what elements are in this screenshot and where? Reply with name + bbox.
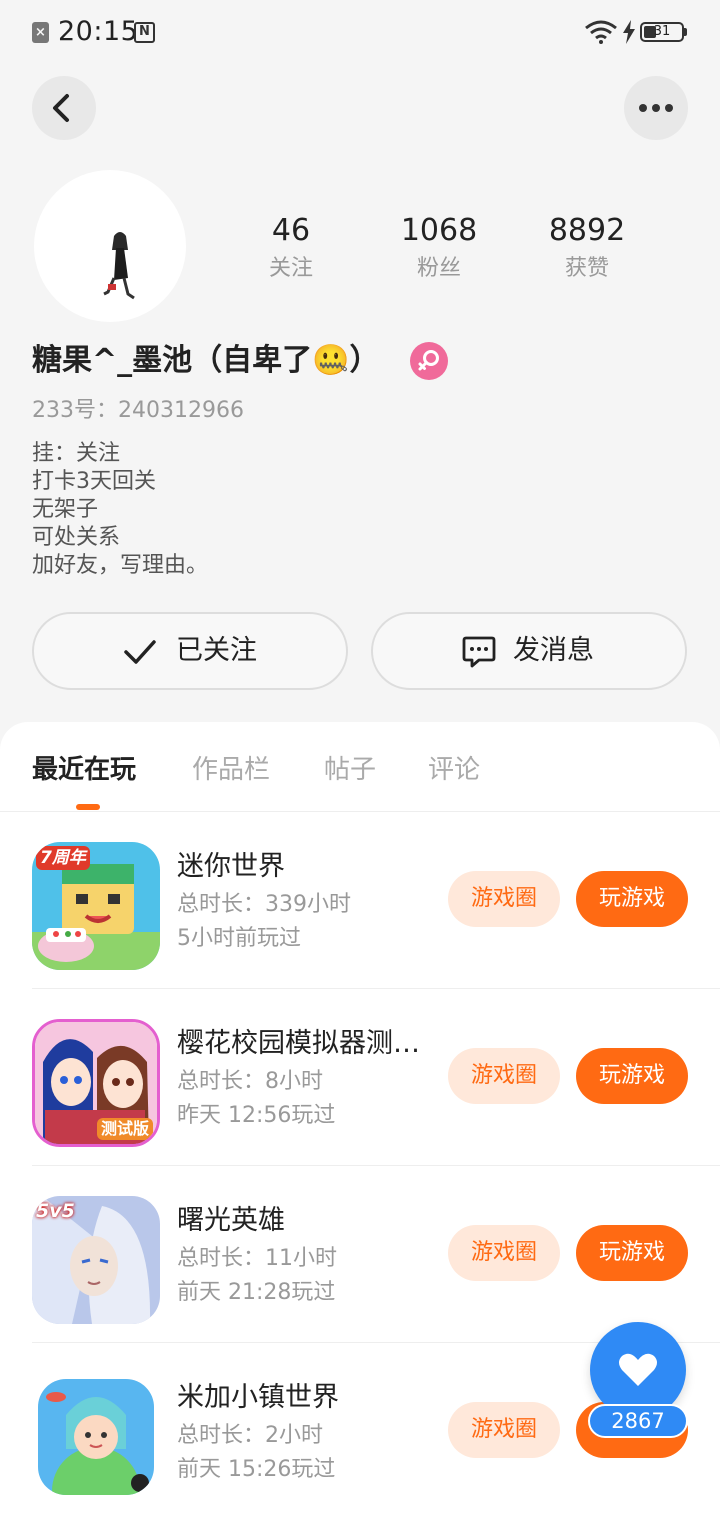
- send-message-label: 发消息: [513, 635, 594, 666]
- following-count: 46: [271, 213, 311, 248]
- fans-count: 1068: [400, 213, 478, 248]
- tab-works[interactable]: 作品栏: [192, 752, 270, 788]
- game-circle-button[interactable]: 游戏圈: [448, 871, 560, 927]
- game-last-played: 前天 21:28玩过: [177, 1280, 336, 1305]
- game-name: 樱花校园模拟器测…: [177, 1028, 420, 1059]
- more-dots-icon: [639, 104, 673, 112]
- game-duration: 总时长：339小时: [177, 892, 351, 917]
- game-name: 迷你世界: [177, 851, 285, 882]
- bio-line: 无架子: [32, 497, 99, 522]
- username: 糖果^_墨池（自卑了🤐）: [32, 343, 380, 378]
- following-stat[interactable]: 46 关注: [216, 212, 366, 286]
- play-game-button[interactable]: 玩游戏: [576, 1225, 688, 1281]
- sakura-school-game-icon[interactable]: 测试版: [32, 1019, 160, 1147]
- game-last-played: 昨天 12:56玩过: [177, 1103, 336, 1128]
- back-arrow-icon: [53, 94, 69, 122]
- user-id: 233号：240312966: [32, 398, 244, 423]
- back-button[interactable]: [32, 76, 96, 140]
- play-game-button[interactable]: 玩游戏: [576, 871, 688, 927]
- likes-stat: 8892 获赞: [512, 212, 662, 286]
- female-icon: [410, 342, 448, 380]
- more-button[interactable]: [624, 76, 688, 140]
- fans-stat[interactable]: 1068 粉丝: [364, 212, 514, 286]
- game-circle-button[interactable]: 游戏圈: [448, 1225, 560, 1281]
- game-name: 米加小镇世界: [177, 1382, 339, 1413]
- game-row[interactable]: 5v5 曙光英雄 总时长：11小时 前天 21:28玩过 游戏圈 玩游戏: [0, 1166, 720, 1343]
- battery-icon: 31: [640, 22, 687, 42]
- game-last-played: 5小时前玩过: [177, 926, 301, 951]
- bio-line: 可处关系: [32, 525, 121, 550]
- avatar[interactable]: [34, 170, 186, 322]
- dawn-heroes-game-icon[interactable]: 5v5: [32, 1196, 160, 1324]
- game-icon-badge: 7周年: [36, 846, 90, 870]
- likes-label: 获赞: [564, 256, 609, 281]
- game-icon-badge: 测试版: [96, 1118, 153, 1140]
- followed-label: 已关注: [176, 635, 257, 666]
- game-circle-button[interactable]: 游戏圈: [448, 1402, 560, 1458]
- game-icon-badge: 5v5: [36, 1200, 75, 1222]
- chat-bubble-icon: [462, 636, 496, 668]
- check-icon: [124, 640, 156, 664]
- game-duration: 总时长：11小时: [177, 1246, 337, 1271]
- fans-label: 粉丝: [416, 256, 461, 281]
- tab-comments[interactable]: 评论: [428, 752, 480, 788]
- like-count-badge: 2867: [588, 1404, 688, 1438]
- game-row[interactable]: 测试版 樱花校园模拟器测… 总时长：8小时 昨天 12:56玩过 游戏圈 玩游戏: [0, 989, 720, 1166]
- game-row[interactable]: 7周年 迷你世界 总时长：339小时 5小时前玩过 游戏圈 玩游戏: [0, 812, 720, 989]
- bio-line: 打卡3天回关: [32, 469, 156, 494]
- bio-line: 加好友，写理由。: [32, 553, 209, 578]
- likes-count: 8892: [548, 213, 626, 248]
- miga-town-game-icon[interactable]: [38, 1379, 154, 1495]
- play-game-button[interactable]: 玩游戏: [576, 1048, 688, 1104]
- mini-world-game-icon[interactable]: 7周年: [32, 842, 160, 970]
- tab-indicator: [76, 804, 100, 810]
- tab-posts[interactable]: 帖子: [324, 752, 376, 788]
- nfc-icon: N: [134, 22, 155, 43]
- game-duration: 总时长：8小时: [177, 1069, 323, 1094]
- tab-recently-played[interactable]: 最近在玩: [32, 752, 136, 788]
- bio-line: 挂：关注: [32, 441, 121, 466]
- avatar-figure-image: [103, 232, 135, 300]
- bio: 挂：关注 打卡3天回关 无架子 可处关系 加好友，写理由。: [32, 440, 632, 580]
- wifi-icon: [585, 20, 617, 44]
- followed-button[interactable]: 已关注: [32, 612, 348, 690]
- status-time: 20:15: [58, 16, 139, 47]
- send-message-button[interactable]: 发消息: [371, 612, 687, 690]
- status-bar: × 20:15 N 31: [0, 0, 720, 66]
- battery-level: 31: [653, 24, 671, 39]
- game-duration: 总时长：2小时: [177, 1423, 323, 1448]
- game-name: 曙光英雄: [177, 1205, 285, 1236]
- game-circle-button[interactable]: 游戏圈: [448, 1048, 560, 1104]
- charging-icon: [623, 20, 635, 44]
- notification-icon: ×: [32, 22, 49, 43]
- game-last-played: 前天 15:26玩过: [177, 1457, 336, 1482]
- following-label: 关注: [268, 256, 313, 281]
